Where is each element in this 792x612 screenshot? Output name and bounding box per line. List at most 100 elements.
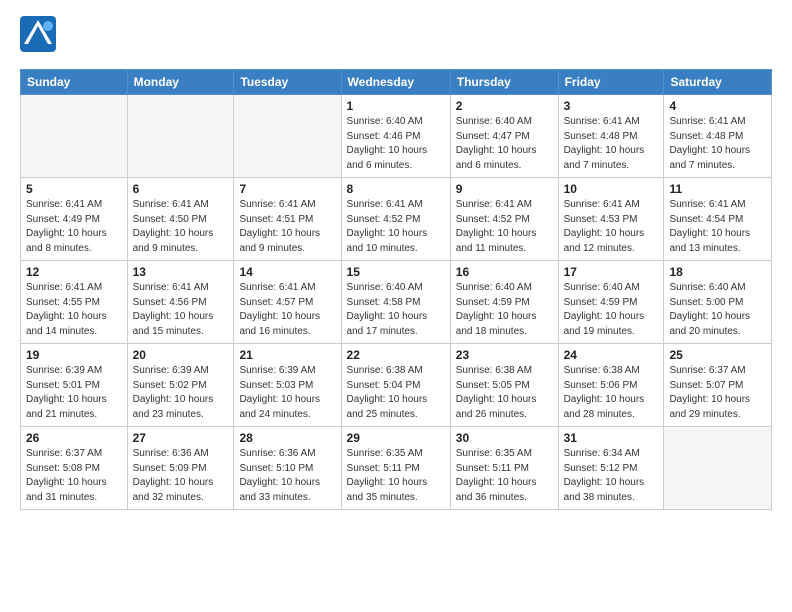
day-number: 1 (347, 99, 445, 113)
day-cell: 20 Sunrise: 6:39 AMSunset: 5:02 PMDayligh… (127, 344, 234, 427)
day-number: 18 (669, 265, 766, 279)
day-number: 7 (239, 182, 335, 196)
day-cell: 25 Sunrise: 6:37 AMSunset: 5:07 PMDayligh… (664, 344, 772, 427)
day-cell: 15 Sunrise: 6:40 AMSunset: 4:58 PMDayligh… (341, 261, 450, 344)
day-cell: 17 Sunrise: 6:40 AMSunset: 4:59 PMDayligh… (558, 261, 664, 344)
day-info: Sunrise: 6:40 AMSunset: 4:59 PMDaylight:… (456, 281, 553, 339)
day-info: Sunrise: 6:41 AMSunset: 4:52 PMDaylight:… (456, 198, 553, 256)
day-info: Sunrise: 6:40 AMSunset: 4:47 PMDaylight:… (456, 115, 553, 173)
day-cell (21, 95, 128, 178)
day-cell: 26 Sunrise: 6:37 AMSunset: 5:08 PMDayligh… (21, 427, 128, 510)
week-row-5: 26 Sunrise: 6:37 AMSunset: 5:08 PMDayligh… (21, 427, 772, 510)
day-cell: 5 Sunrise: 6:41 AMSunset: 4:49 PMDaylight… (21, 178, 128, 261)
day-number: 25 (669, 348, 766, 362)
day-number: 2 (456, 99, 553, 113)
day-number: 12 (26, 265, 122, 279)
day-cell: 19 Sunrise: 6:39 AMSunset: 5:01 PMDayligh… (21, 344, 128, 427)
day-cell: 28Sunrise: 6:36 AMSunset: 5:10 PMDayligh… (234, 427, 341, 510)
weekday-header-row: SundayMondayTuesdayWednesdayThursdayFrid… (21, 70, 772, 95)
day-info: Sunrise: 6:41 AMSunset: 4:51 PMDaylight:… (239, 198, 335, 256)
weekday-header-saturday: Saturday (664, 70, 772, 95)
day-info: Sunrise: 6:41 AMSunset: 4:52 PMDaylight:… (347, 198, 445, 256)
day-cell: 3Sunrise: 6:41 AMSunset: 4:48 PMDaylight… (558, 95, 664, 178)
day-cell (664, 427, 772, 510)
weekday-header-wednesday: Wednesday (341, 70, 450, 95)
day-number: 5 (26, 182, 122, 196)
day-number: 26 (26, 431, 122, 445)
day-info: Sunrise: 6:38 AMSunset: 5:04 PMDaylight:… (347, 364, 445, 422)
day-info: Sunrise: 6:38 AMSunset: 5:05 PMDaylight:… (456, 364, 553, 422)
day-cell: 21 Sunrise: 6:39 AMSunset: 5:03 PMDayligh… (234, 344, 341, 427)
calendar-table: SundayMondayTuesdayWednesdayThursdayFrid… (20, 69, 772, 510)
day-cell: 6 Sunrise: 6:41 AMSunset: 4:50 PMDaylight… (127, 178, 234, 261)
day-info: Sunrise: 6:39 AMSunset: 5:02 PMDaylight:… (133, 364, 229, 422)
day-info: Sunrise: 6:36 AMSunset: 5:10 PMDaylight:… (239, 447, 335, 505)
day-cell: 14 Sunrise: 6:41 AMSunset: 4:57 PMDayligh… (234, 261, 341, 344)
day-cell: 18Sunrise: 6:40 AMSunset: 5:00 PMDayligh… (664, 261, 772, 344)
weekday-header-monday: Monday (127, 70, 234, 95)
day-number: 15 (347, 265, 445, 279)
weekday-header-friday: Friday (558, 70, 664, 95)
weekday-header-sunday: Sunday (21, 70, 128, 95)
day-number: 16 (456, 265, 553, 279)
day-cell: 2 Sunrise: 6:40 AMSunset: 4:47 PMDaylight… (450, 95, 558, 178)
day-cell: 11Sunrise: 6:41 AMSunset: 4:54 PMDayligh… (664, 178, 772, 261)
day-info: Sunrise: 6:36 AMSunset: 5:09 PMDaylight:… (133, 447, 229, 505)
day-number: 29 (347, 431, 445, 445)
day-info: Sunrise: 6:39 AMSunset: 5:03 PMDaylight:… (239, 364, 335, 422)
day-number: 6 (133, 182, 229, 196)
day-cell: 30Sunrise: 6:35 AMSunset: 5:11 PMDayligh… (450, 427, 558, 510)
day-info: Sunrise: 6:41 AMSunset: 4:50 PMDaylight:… (133, 198, 229, 256)
weekday-header-thursday: Thursday (450, 70, 558, 95)
day-info: Sunrise: 6:40 AMSunset: 4:59 PMDaylight:… (564, 281, 659, 339)
day-number: 21 (239, 348, 335, 362)
week-row-2: 5 Sunrise: 6:41 AMSunset: 4:49 PMDaylight… (21, 178, 772, 261)
day-number: 13 (133, 265, 229, 279)
day-info: Sunrise: 6:41 AMSunset: 4:55 PMDaylight:… (26, 281, 122, 339)
day-info: Sunrise: 6:41 AMSunset: 4:56 PMDaylight:… (133, 281, 229, 339)
day-number: 19 (26, 348, 122, 362)
weekday-header-tuesday: Tuesday (234, 70, 341, 95)
week-row-3: 12 Sunrise: 6:41 AMSunset: 4:55 PMDayligh… (21, 261, 772, 344)
day-info: Sunrise: 6:35 AMSunset: 5:11 PMDaylight:… (347, 447, 445, 505)
day-info: Sunrise: 6:41 AMSunset: 4:57 PMDaylight:… (239, 281, 335, 339)
day-cell: 8 Sunrise: 6:41 AMSunset: 4:52 PMDaylight… (341, 178, 450, 261)
day-cell: 24 Sunrise: 6:38 AMSunset: 5:06 PMDayligh… (558, 344, 664, 427)
day-number: 17 (564, 265, 659, 279)
page: SundayMondayTuesdayWednesdayThursdayFrid… (0, 0, 792, 612)
day-cell: 29 Sunrise: 6:35 AMSunset: 5:11 PMDayligh… (341, 427, 450, 510)
day-info: Sunrise: 6:38 AMSunset: 5:06 PMDaylight:… (564, 364, 659, 422)
day-number: 11 (669, 182, 766, 196)
day-info: Sunrise: 6:41 AMSunset: 4:53 PMDaylight:… (564, 198, 659, 256)
day-number: 20 (133, 348, 229, 362)
day-info: Sunrise: 6:34 AMSunset: 5:12 PMDaylight:… (564, 447, 659, 505)
day-number: 4 (669, 99, 766, 113)
day-info: Sunrise: 6:40 AMSunset: 4:58 PMDaylight:… (347, 281, 445, 339)
day-number: 10 (564, 182, 659, 196)
day-number: 24 (564, 348, 659, 362)
week-row-4: 19 Sunrise: 6:39 AMSunset: 5:01 PMDayligh… (21, 344, 772, 427)
day-cell: 16 Sunrise: 6:40 AMSunset: 4:59 PMDayligh… (450, 261, 558, 344)
day-info: Sunrise: 6:35 AMSunset: 5:11 PMDaylight:… (456, 447, 553, 505)
day-number: 8 (347, 182, 445, 196)
day-cell: 22 Sunrise: 6:38 AMSunset: 5:04 PMDayligh… (341, 344, 450, 427)
day-cell: 7 Sunrise: 6:41 AMSunset: 4:51 PMDaylight… (234, 178, 341, 261)
day-cell: 23 Sunrise: 6:38 AMSunset: 5:05 PMDayligh… (450, 344, 558, 427)
day-info: Sunrise: 6:41 AMSunset: 4:49 PMDaylight:… (26, 198, 122, 256)
day-info: Sunrise: 6:37 AMSunset: 5:07 PMDaylight:… (669, 364, 766, 422)
day-info: Sunrise: 6:41 AMSunset: 4:48 PMDaylight:… (669, 115, 766, 173)
logo-icon (20, 16, 56, 52)
day-cell: 10 Sunrise: 6:41 AMSunset: 4:53 PMDayligh… (558, 178, 664, 261)
day-cell: 9 Sunrise: 6:41 AMSunset: 4:52 PMDaylight… (450, 178, 558, 261)
day-cell (127, 95, 234, 178)
day-cell (234, 95, 341, 178)
day-number: 9 (456, 182, 553, 196)
day-info: Sunrise: 6:39 AMSunset: 5:01 PMDaylight:… (26, 364, 122, 422)
day-number: 31 (564, 431, 659, 445)
day-number: 3 (564, 99, 659, 113)
day-info: Sunrise: 6:40 AMSunset: 4:46 PMDaylight:… (347, 115, 445, 173)
day-number: 14 (239, 265, 335, 279)
day-number: 23 (456, 348, 553, 362)
day-number: 22 (347, 348, 445, 362)
day-info: Sunrise: 6:37 AMSunset: 5:08 PMDaylight:… (26, 447, 122, 505)
